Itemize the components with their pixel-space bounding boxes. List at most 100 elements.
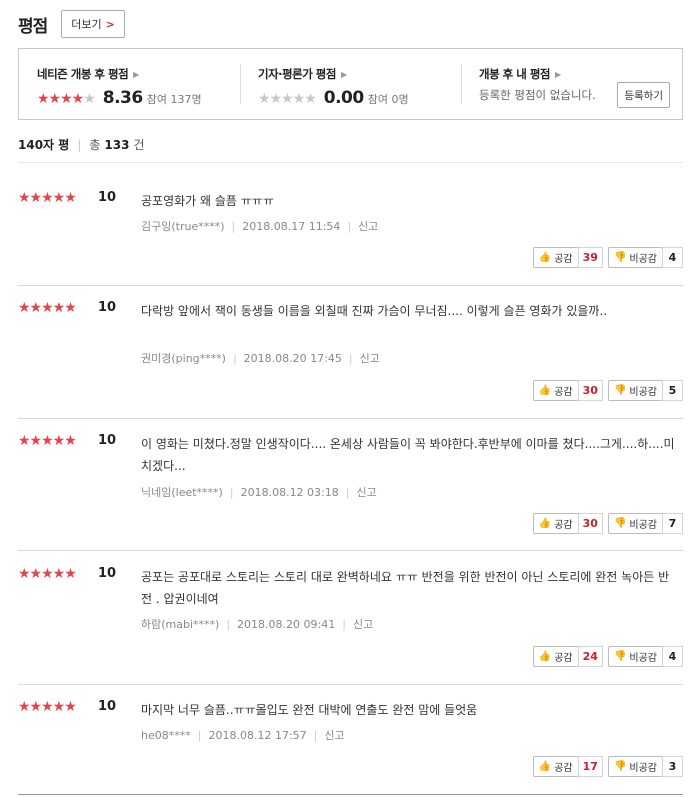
review-item: ★★★★★ 10 공포영화가 왜 슬픔 ㅠㅠㅠ 김구잉(true****) | 2… — [18, 190, 683, 270]
dislike-label: 비공감 — [629, 653, 657, 664]
more-button[interactable]: 더보기 > — [61, 10, 125, 38]
dislike-button[interactable]: 👎 비공감 — [607, 380, 663, 401]
review-count-bar: 140자 평 | 총 133 건 — [18, 136, 145, 153]
vote-controls: 👍 공감 30 👎 비공감 7 — [532, 513, 683, 534]
like-button[interactable]: 👍 공감 — [532, 380, 579, 401]
review-stars: ★★★★★ — [18, 566, 77, 582]
thumbs-up-icon: 👍 — [538, 385, 552, 396]
review-list-label: 140자 평 — [18, 138, 70, 152]
dislike-button[interactable]: 👎 비공감 — [607, 513, 663, 534]
dislike-label: 비공감 — [629, 520, 657, 531]
review-score: 10 — [98, 699, 117, 714]
section-header: 평점 더보기 > — [18, 9, 125, 39]
review-author[interactable]: 권미경(ping****) — [141, 350, 226, 366]
vote-controls: 👍 공감 24 👎 비공감 4 — [532, 646, 683, 667]
dislike-count: 5 — [662, 380, 683, 401]
dislike-label: 비공감 — [629, 387, 657, 398]
vote-controls: 👍 공감 17 👎 비공감 3 — [532, 756, 683, 777]
report-link[interactable]: 신고 — [324, 727, 344, 743]
critic-rating: 기자·평론가 평점 ▶ ★★★★★ 0.00 참여 0명 — [240, 49, 461, 119]
review-date: 2018.08.12 03:18 — [240, 485, 339, 499]
divider — [18, 162, 683, 163]
like-button[interactable]: 👍 공감 — [532, 513, 579, 534]
review-text: 공포는 공포대로 스토리는 스토리 대로 완벽하네요 ㅠㅠ 반전을 위한 반전이… — [141, 570, 670, 606]
like-count: 30 — [577, 513, 603, 534]
review-stars: ★★★★★ — [18, 433, 77, 449]
vote-controls: 👍 공감 30 👎 비공감 5 — [532, 380, 683, 401]
dislike-button[interactable]: 👎 비공감 — [607, 247, 663, 268]
dislike-count: 4 — [662, 247, 683, 268]
total-count: 133 — [104, 137, 130, 152]
thumbs-down-icon: 👎 — [613, 651, 627, 662]
my-rating: 개봉 후 내 평점 ▶ 등록한 평점이 없습니다. 등록하기 — [461, 49, 682, 119]
critic-score: 0.00 — [323, 88, 364, 108]
review-date: 2018.08.12 17:57 — [208, 728, 307, 742]
register-rating-button[interactable]: 등록하기 — [617, 82, 670, 108]
review-author[interactable]: he08**** — [141, 729, 191, 742]
divider — [18, 550, 683, 551]
review-meta: he08**** | 2018.08.12 17:57 | 신고 — [141, 727, 345, 743]
like-button[interactable]: 👍 공감 — [532, 247, 579, 268]
review-score: 10 — [98, 433, 117, 448]
like-button[interactable]: 👍 공감 — [532, 756, 579, 777]
divider: | — [77, 137, 82, 152]
critic-participant-count: 참여 0명 — [367, 93, 409, 106]
review-meta: 권미경(ping****) | 2018.08.20 17:45 | 신고 — [141, 350, 380, 366]
netizen-score: 8.36 — [102, 88, 143, 108]
like-label: 공감 — [554, 520, 573, 531]
report-link[interactable]: 신고 — [360, 350, 380, 366]
dislike-count: 4 — [662, 646, 683, 667]
thumbs-down-icon: 👎 — [613, 252, 627, 263]
like-label: 공감 — [554, 387, 573, 398]
review-stars: ★★★★★ — [18, 699, 77, 715]
divider — [18, 285, 683, 286]
review-item: ★★★★★ 10 다락방 앞에서 잭이 동생들 이름을 외칠때 진짜 가슴이 무… — [18, 300, 683, 401]
thumbs-down-icon: 👎 — [613, 518, 627, 529]
review-stars: ★★★★★ — [18, 190, 77, 206]
rating-summary: 네티즌 개봉 후 평점 ▶ ★★★★★ 8.36 참여 137명 기자·평론가 … — [18, 48, 683, 120]
total-suffix: 건 — [133, 138, 145, 152]
review-meta: 닉네임(leet****) | 2018.08.12 03:18 | 신고 — [141, 484, 377, 500]
stars-filled: ★★★★ — [37, 91, 84, 107]
review-date: 2018.08.20 17:45 — [243, 351, 342, 365]
like-count: 30 — [577, 380, 603, 401]
total-prefix: 총 — [89, 138, 101, 152]
review-date: 2018.08.17 11:54 — [242, 219, 341, 233]
section-title: 평점 — [18, 16, 48, 37]
divider — [18, 684, 683, 685]
review-item: ★★★★★ 10 마지막 너무 슬픔..ㅠㅠ몰입도 완전 대박에 연출도 완전 … — [18, 699, 683, 779]
like-label: 공감 — [554, 653, 573, 664]
review-author[interactable]: 닉네임(leet****) — [141, 484, 223, 500]
dislike-label: 비공감 — [629, 763, 657, 774]
critic-star-rating: ★★★★★ — [258, 91, 317, 107]
critic-rating-title: 기자·평론가 평점 — [258, 67, 336, 81]
report-link[interactable]: 신고 — [358, 218, 378, 234]
review-author[interactable]: 하람(mabi****) — [141, 616, 219, 632]
dislike-button[interactable]: 👎 비공감 — [607, 756, 663, 777]
review-stars: ★★★★★ — [18, 300, 77, 316]
divider — [18, 418, 683, 419]
dislike-count: 3 — [662, 756, 683, 777]
dislike-button[interactable]: 👎 비공감 — [607, 646, 663, 667]
netizen-rating-title: 네티즌 개봉 후 평점 — [37, 67, 129, 81]
thumbs-up-icon: 👍 — [538, 761, 552, 772]
dislike-count: 7 — [662, 513, 683, 534]
review-author[interactable]: 김구잉(true****) — [141, 218, 225, 234]
report-link[interactable]: 신고 — [356, 484, 376, 500]
thumbs-up-icon: 👍 — [538, 518, 552, 529]
netizen-participant-count: 참여 137명 — [146, 93, 202, 106]
critic-rating-title-link[interactable]: 기자·평론가 평점 ▶ — [258, 66, 461, 82]
review-text: 공포영화가 왜 슬픔 ㅠㅠㅠ — [141, 194, 274, 208]
report-link[interactable]: 신고 — [353, 616, 373, 632]
like-button[interactable]: 👍 공감 — [532, 646, 579, 667]
my-rating-title-link[interactable]: 개봉 후 내 평점 ▶ — [479, 66, 682, 82]
like-count: 17 — [577, 756, 603, 777]
review-meta: 하람(mabi****) | 2018.08.20 09:41 | 신고 — [141, 616, 374, 632]
thumbs-down-icon: 👎 — [613, 761, 627, 772]
my-rating-title: 개봉 후 내 평점 — [479, 67, 551, 81]
review-score: 10 — [98, 566, 117, 581]
like-label: 공감 — [554, 254, 573, 265]
review-score: 10 — [98, 190, 117, 205]
review-text: 마지막 너무 슬픔..ㅠㅠ몰입도 완전 대박에 연출도 완전 맘에 들엇움 — [141, 703, 478, 717]
netizen-rating-title-link[interactable]: 네티즌 개봉 후 평점 ▶ — [37, 66, 240, 82]
